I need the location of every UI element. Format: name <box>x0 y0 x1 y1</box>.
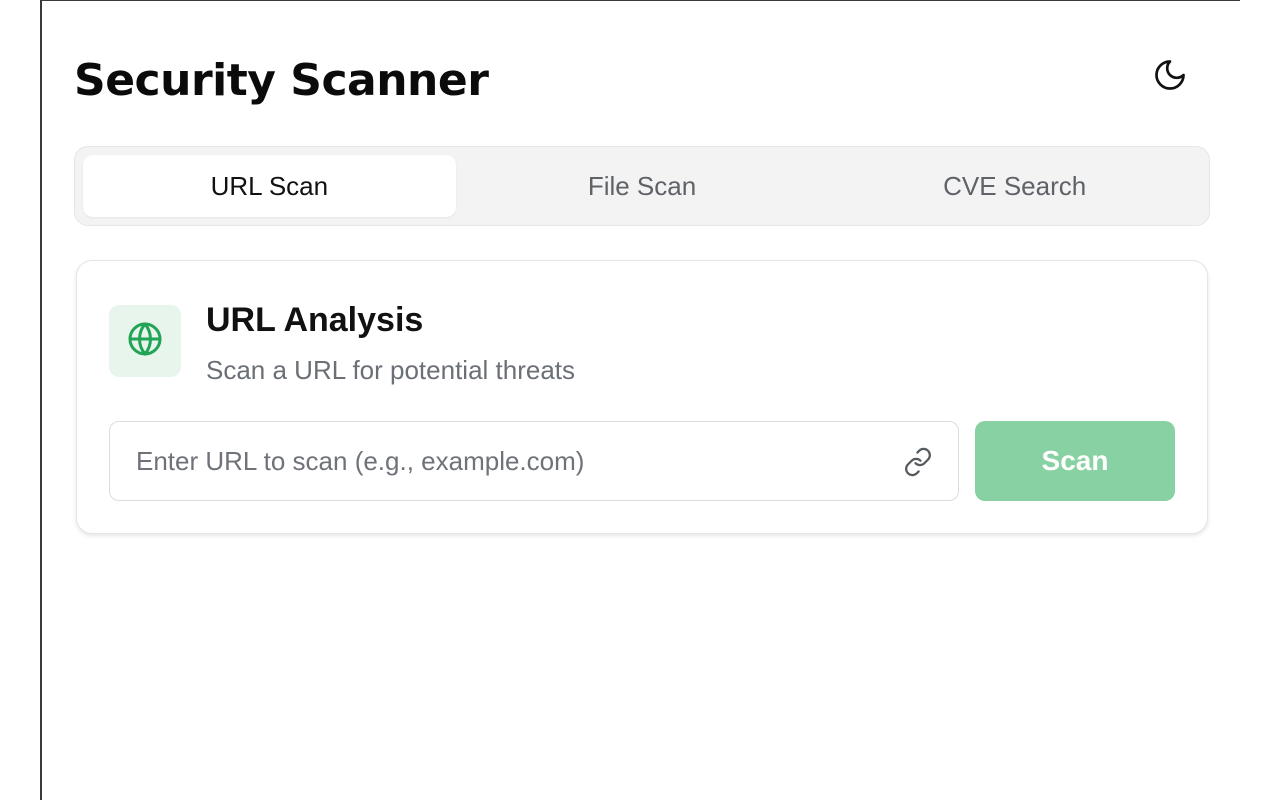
window-edge-top <box>40 0 1240 1</box>
tab-file-scan[interactable]: File Scan <box>456 155 829 217</box>
url-input[interactable] <box>110 422 958 500</box>
theme-toggle-button[interactable] <box>1150 56 1190 96</box>
tab-url-scan[interactable]: URL Scan <box>83 155 456 217</box>
tab-bar: URL Scan File Scan CVE Search <box>74 146 1210 226</box>
scan-button[interactable]: Scan <box>975 421 1175 501</box>
card-icon-badge <box>109 305 181 377</box>
card-subtitle: Scan a URL for potential threats <box>206 355 576 385</box>
globe-icon <box>125 319 165 363</box>
card-title: URL Analysis <box>206 301 424 339</box>
window-edge-left <box>40 0 42 800</box>
moon-icon <box>1152 57 1188 96</box>
url-field <box>109 421 959 501</box>
page: Security Scanner URL Scan File Scan CVE … <box>0 0 1280 800</box>
app-container: Security Scanner URL Scan File Scan CVE … <box>74 40 1210 534</box>
tab-cve-search[interactable]: CVE Search <box>828 155 1201 217</box>
link-icon <box>902 446 934 478</box>
url-analysis-card: URL Analysis Scan a URL for potential th… <box>76 260 1208 534</box>
header: Security Scanner <box>74 40 1210 120</box>
page-title: Security Scanner <box>74 54 489 106</box>
